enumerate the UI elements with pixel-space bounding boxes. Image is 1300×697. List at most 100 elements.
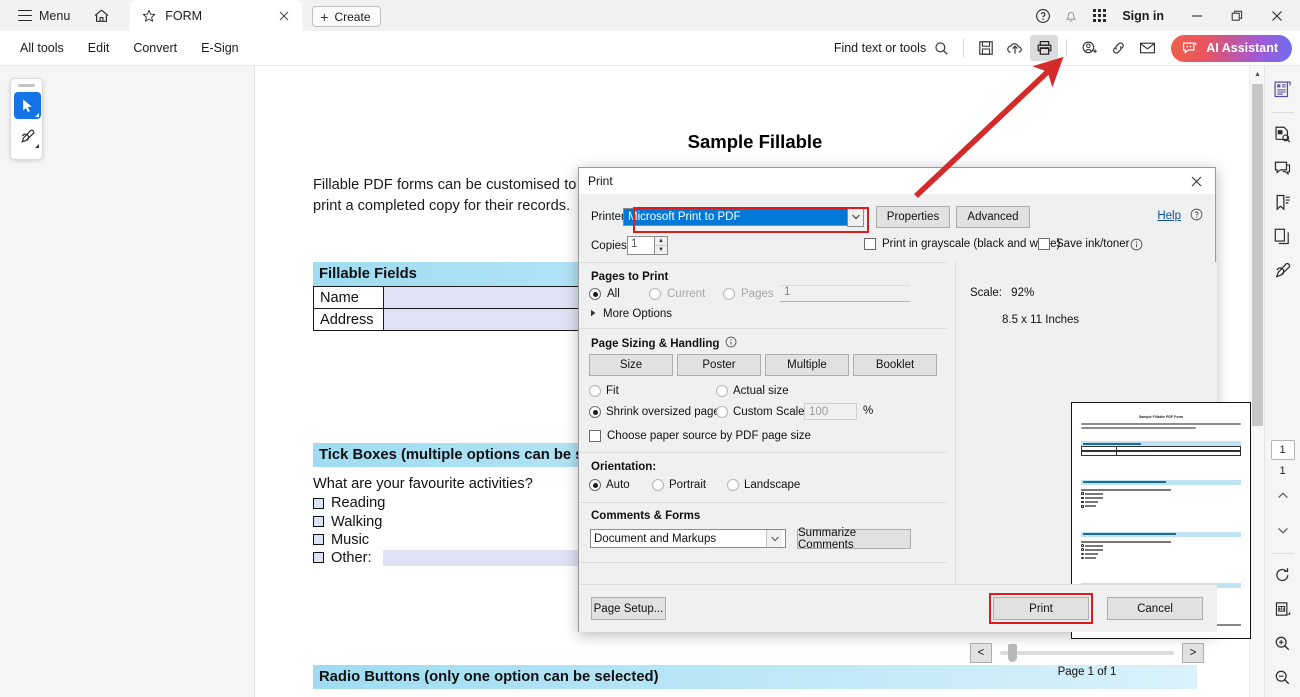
print-icon[interactable] [1030,35,1059,61]
page-number-input[interactable]: 1 [1270,440,1295,460]
radio-auto[interactable] [589,479,601,491]
email-icon[interactable] [1133,35,1161,61]
ai-assistant-button[interactable]: AI Assistant [1171,34,1292,62]
sign-in-button[interactable]: Sign in [1114,9,1176,23]
organize-pages-icon[interactable] [1269,222,1297,250]
printer-properties-button[interactable]: Properties [876,206,950,228]
scale-option-custom[interactable]: Custom Scale: [716,406,808,418]
comment-icon[interactable] [1269,154,1297,182]
radio-landscape[interactable] [727,479,739,491]
tool-convert[interactable]: Convert [123,37,187,59]
tool-esign[interactable]: E-Sign [191,37,249,59]
saveink-checkbox[interactable] [1038,238,1050,250]
print-confirm-button[interactable]: Print [993,597,1089,620]
print-dialog-close-button[interactable] [1177,168,1215,194]
radio-all[interactable] [589,288,601,300]
window-close-button[interactable] [1258,0,1296,31]
checkbox-icon[interactable] [313,497,324,509]
slider-thumb[interactable] [1008,644,1017,662]
link-icon[interactable] [1104,35,1132,61]
bookmark-icon[interactable] [1269,188,1297,216]
window-minimize-button[interactable] [1178,0,1216,31]
tool-edit[interactable]: Edit [78,37,120,59]
radio-current[interactable] [649,288,661,300]
custom-scale-input[interactable]: 100 [804,403,857,420]
rotate-icon[interactable] [1269,561,1297,589]
page-sizing-info-icon[interactable] [725,336,737,351]
copies-stepper-up[interactable]: ▲ [655,237,667,246]
window-restore-button[interactable] [1218,0,1256,31]
paper-source-row[interactable]: Choose paper source by PDF page size [589,430,811,442]
document-scrollbar[interactable]: ▲ [1249,66,1264,697]
saveink-checkbox-row[interactable]: Save ink/toner [1038,238,1130,250]
grayscale-checkbox-row[interactable]: Print in grayscale (black and white) [864,238,1060,250]
pages-option-all[interactable]: All [589,288,620,300]
scale-option-shrink[interactable]: Shrink oversized pages [589,406,726,418]
printer-dropdown-arrow[interactable] [847,207,864,227]
grayscale-checkbox[interactable] [864,238,876,250]
radio-portrait[interactable] [652,479,664,491]
previous-page-icon[interactable] [1269,482,1297,510]
create-button[interactable]: + Create [312,6,381,27]
scale-option-actual[interactable]: Actual size [716,385,789,397]
help-info-icon[interactable] [1190,208,1203,224]
orientation-option-auto[interactable]: Auto [589,479,630,491]
radio-custom-scale[interactable] [716,406,728,418]
sizing-button-poster[interactable]: Poster [677,354,761,376]
pages-option-current[interactable]: Current [649,288,705,300]
printer-advanced-button[interactable]: Advanced [956,206,1030,228]
radio-pages[interactable] [723,288,735,300]
radio-fit[interactable] [589,385,601,397]
apps-grid-icon[interactable] [1086,3,1112,29]
sizing-button-booklet[interactable]: Booklet [853,354,937,376]
help-icon[interactable] [1030,3,1056,29]
zoom-out-icon[interactable] [1269,663,1297,691]
preview-page-slider[interactable] [1000,644,1174,662]
radio-shrink-oversized[interactable] [589,406,601,418]
document-tab[interactable]: FORM [130,0,303,31]
zoom-in-icon[interactable] [1269,629,1297,657]
cancel-button[interactable]: Cancel [1107,597,1203,620]
help-link[interactable]: Help [1157,210,1181,222]
menu-button[interactable]: Menu [10,4,78,28]
orientation-option-landscape[interactable]: Landscape [727,479,800,491]
orientation-option-portrait[interactable]: Portrait [652,479,706,491]
copies-input[interactable]: 1 [627,236,655,255]
checkbox-icon[interactable] [313,516,324,528]
radio-actual-size[interactable] [716,385,728,397]
paper-source-checkbox[interactable] [589,430,601,442]
next-page-icon[interactable] [1269,516,1297,544]
sizing-button-size[interactable]: Size [589,354,673,376]
add-user-icon[interactable] [1075,35,1103,61]
preview-next-button[interactable]: > [1182,643,1204,663]
copies-stepper[interactable]: ▲ ▼ [655,236,668,255]
sizing-button-multiple[interactable]: Multiple [765,354,849,376]
fit-page-icon[interactable] [1269,595,1297,623]
ink-info-icon[interactable] [1130,238,1143,254]
notifications-bell-icon[interactable] [1058,3,1084,29]
more-options-toggle[interactable]: More Options [590,308,672,320]
page-setup-button[interactable]: Page Setup... [591,597,666,620]
scroll-up-arrow[interactable]: ▲ [1250,66,1265,82]
preview-prev-button[interactable]: < [970,643,992,663]
scale-option-fit[interactable]: Fit [589,385,619,397]
comments-forms-dropdown-arrow[interactable] [766,530,782,547]
find-input[interactable]: Find text or tools [828,38,955,59]
tool-all-tools[interactable]: All tools [10,37,74,59]
save-icon[interactable] [972,35,1000,61]
checkbox-icon[interactable] [313,534,324,546]
prepare-form-icon[interactable] [1269,75,1297,103]
home-button[interactable] [86,3,116,29]
annotate-rail-icon[interactable] [1269,256,1297,284]
select-tool-button[interactable] [14,92,41,119]
tab-close-icon[interactable] [274,6,294,26]
palette-drag-handle[interactable] [18,84,35,87]
checkbox-icon[interactable] [313,552,324,564]
annotate-tool-button[interactable] [14,123,41,150]
pages-option-pages[interactable]: Pages [723,288,774,300]
summarize-comments-button[interactable]: Summarize Comments [797,527,911,551]
upload-cloud-icon[interactable] [1001,35,1029,61]
comments-forms-select[interactable]: Document and Markups [590,529,786,548]
export-pdf-icon[interactable] [1269,120,1297,148]
scrollbar-thumb[interactable] [1252,84,1263,426]
